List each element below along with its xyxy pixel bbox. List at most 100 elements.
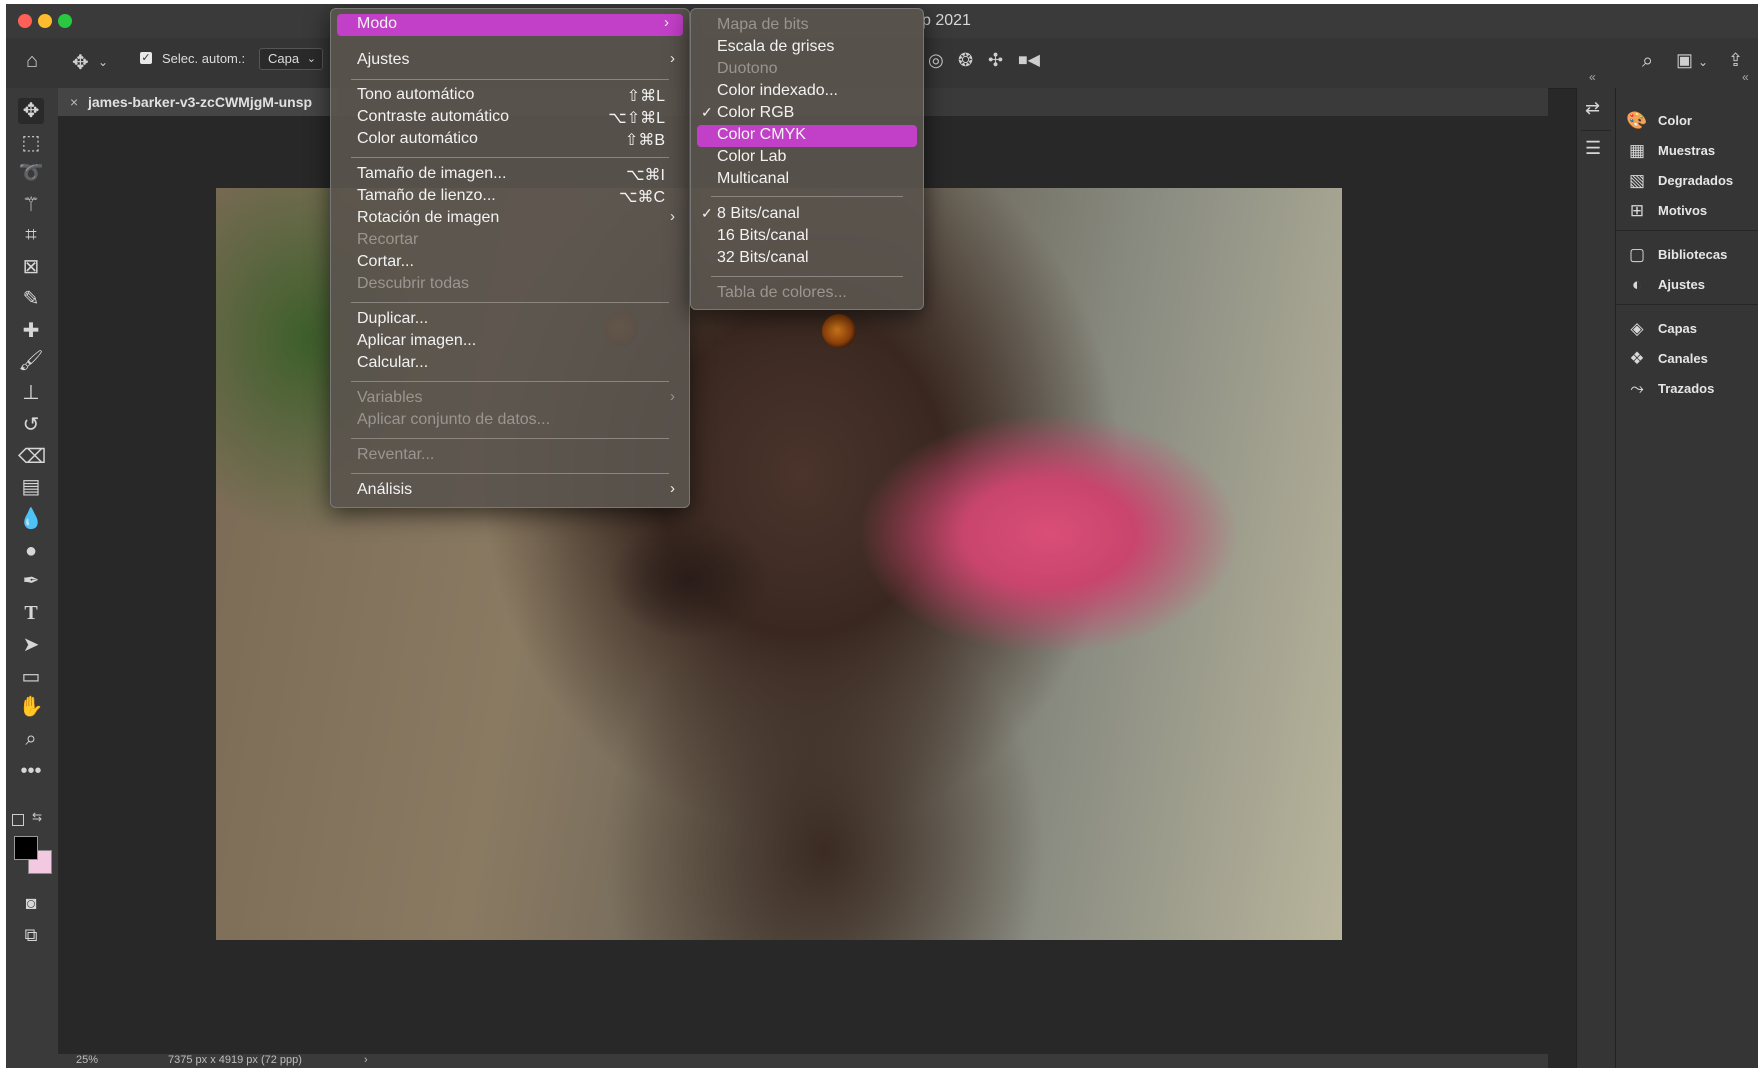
menu-item-modo[interactable]: Modo › bbox=[337, 14, 683, 36]
blur-tool-icon[interactable]: 💧 bbox=[18, 506, 44, 532]
3d-video-icon[interactable]: ■◀ bbox=[1018, 50, 1040, 70]
screen-mode-icon[interactable]: ⧉ bbox=[18, 922, 44, 948]
maximize-window-button[interactable] bbox=[58, 14, 72, 28]
document-tab[interactable]: james-barker-v3-zcCWMjgM-unsp bbox=[58, 88, 338, 116]
submenu-item-16-bits[interactable]: 16 Bits/canal bbox=[691, 226, 923, 248]
close-window-button[interactable] bbox=[18, 14, 32, 28]
auto-select-dropdown[interactable]: Capa ⌄ bbox=[259, 48, 323, 70]
default-colors-icon[interactable] bbox=[12, 814, 24, 826]
submenu-item-multicanal[interactable]: Multicanal bbox=[691, 169, 923, 191]
move-tool-icon[interactable]: ✥ bbox=[18, 98, 44, 124]
panel-libraries[interactable]: ▢ Bibliotecas bbox=[1626, 240, 1756, 270]
panel-adjustments[interactable]: ◐ Ajustes bbox=[1626, 270, 1756, 300]
healing-brush-tool-icon[interactable]: ✚ bbox=[18, 318, 44, 344]
chevron-down-icon[interactable]: ⌄ bbox=[1698, 55, 1708, 69]
submenu-item-color-lab[interactable]: Color Lab bbox=[691, 147, 923, 169]
panel-label: Canales bbox=[1658, 351, 1708, 366]
submenu-item-color-indexado[interactable]: Color indexado... bbox=[691, 81, 923, 103]
submenu-item-color-rgb[interactable]: ✓ Color RGB bbox=[691, 103, 923, 125]
menu-item-tono-automatico[interactable]: Tono automático ⇧⌘L bbox=[331, 85, 689, 107]
menu-item-calcular[interactable]: Calcular... bbox=[331, 353, 689, 375]
quick-mask-icon[interactable]: ◙ bbox=[18, 890, 44, 916]
panel-channels[interactable]: ❖ Canales bbox=[1626, 344, 1756, 374]
rectangle-tool-icon[interactable]: ▭ bbox=[18, 664, 44, 690]
type-tool-icon[interactable]: T bbox=[18, 600, 44, 626]
crop-tool-icon[interactable]: ⌗ bbox=[18, 222, 44, 248]
menu-item-cortar[interactable]: Cortar... bbox=[331, 252, 689, 274]
menu-item-tamano-imagen[interactable]: Tamaño de imagen... ⌥⌘I bbox=[331, 164, 689, 186]
eraser-tool-icon[interactable]: ⌫ bbox=[18, 444, 46, 470]
menu-item-rotacion-imagen[interactable]: Rotación de imagen › bbox=[331, 208, 689, 230]
dodge-tool-icon[interactable]: ● bbox=[18, 538, 44, 564]
menu-separator bbox=[351, 79, 669, 80]
menu-item-color-automatico[interactable]: Color automático ⇧⌘B bbox=[331, 129, 689, 151]
menu-item-ajustes[interactable]: Ajustes › bbox=[331, 50, 689, 72]
submenu-item-8-bits[interactable]: ✓ 8 Bits/canal bbox=[691, 204, 923, 226]
libraries-icon: ▢ bbox=[1628, 245, 1646, 264]
3d-pan-icon[interactable]: ✣ bbox=[988, 50, 1003, 71]
zoom-level[interactable]: 25% bbox=[76, 1054, 98, 1066]
menu-separator bbox=[711, 276, 903, 277]
auto-select-value: Capa bbox=[268, 51, 300, 66]
hand-tool-icon[interactable]: ✋ bbox=[18, 694, 44, 720]
collapse-arrows-icon[interactable]: « bbox=[1742, 70, 1749, 84]
menu-item-contraste-automatico[interactable]: Contraste automático ⌥⇧⌘L bbox=[331, 107, 689, 129]
mode-submenu: Mapa de bits Escala de grises Duotono Co… bbox=[690, 8, 924, 310]
menu-item-recortar: Recortar bbox=[357, 231, 419, 248]
submenu-item-32-bits[interactable]: 32 Bits/canal bbox=[691, 248, 923, 270]
search-icon[interactable]: ⌕ bbox=[1642, 50, 1653, 73]
swap-colors-icon[interactable]: ⇆ bbox=[32, 810, 42, 824]
paths-icon: ⤳ bbox=[1630, 379, 1644, 398]
menu-item-analisis[interactable]: Análisis › bbox=[331, 480, 689, 502]
more-tools-icon[interactable]: ••• bbox=[18, 758, 44, 784]
checkmark-icon: ✓ bbox=[701, 104, 713, 120]
marquee-tool-icon[interactable]: ⬚ bbox=[18, 130, 44, 156]
menu-item-tamano-lienzo[interactable]: Tamaño de lienzo... ⌥⌘C bbox=[331, 186, 689, 208]
chevron-down-icon[interactable]: ⌄ bbox=[98, 55, 108, 69]
history-brush-tool-icon[interactable]: ↺ bbox=[18, 412, 44, 438]
panel-layers[interactable]: ◈ Capas bbox=[1626, 314, 1756, 344]
frame-tool-icon[interactable]: ⊠ bbox=[18, 254, 44, 280]
path-selection-tool-icon[interactable]: ➤ bbox=[18, 632, 44, 658]
adjustments-icon: ◐ bbox=[1631, 275, 1643, 294]
gradient-tool-icon[interactable]: ▤ bbox=[18, 474, 44, 500]
move-tool-icon[interactable]: ✥ bbox=[72, 50, 89, 75]
panel-gradients[interactable]: ▧ Degradados bbox=[1626, 166, 1756, 196]
menu-item-descubrir-todas: Descubrir todas bbox=[357, 275, 470, 292]
properties-panel-icon[interactable]: ☰ bbox=[1585, 138, 1601, 159]
submenu-item-escala-de-grises[interactable]: Escala de grises bbox=[691, 37, 923, 59]
panel-swatches[interactable]: ▦ Muestras bbox=[1626, 136, 1756, 166]
stamp-tool-icon[interactable]: ⊥ bbox=[18, 380, 44, 406]
collapsed-panel-column: « ⇄ ☰ bbox=[1576, 70, 1616, 1068]
patterns-icon: ⊞ bbox=[1629, 201, 1645, 220]
foreground-color-swatch[interactable] bbox=[14, 836, 38, 860]
brush-tool-icon[interactable]: 🖌 bbox=[18, 348, 44, 374]
workspace-icon[interactable]: ▣ bbox=[1676, 50, 1693, 71]
magic-wand-tool-icon[interactable]: ⚚ bbox=[18, 192, 44, 218]
lasso-tool-icon[interactable]: ➰ bbox=[18, 160, 44, 186]
close-icon[interactable]: × bbox=[70, 88, 78, 116]
auto-select-checkbox[interactable]: ✓ bbox=[140, 52, 152, 64]
chevron-right-icon[interactable]: › bbox=[364, 1054, 368, 1066]
3d-orbit-icon[interactable]: ◎ bbox=[928, 50, 944, 71]
document-info[interactable]: 7375 px x 4919 px (72 ppp) bbox=[168, 1054, 302, 1066]
menu-separator bbox=[351, 438, 669, 439]
panel-paths[interactable]: ⤳ Trazados bbox=[1626, 374, 1756, 404]
zoom-tool-icon[interactable]: ⌕ bbox=[18, 726, 44, 752]
menu-item-reventar: Reventar... bbox=[357, 446, 435, 463]
eyedropper-tool-icon[interactable]: ✎ bbox=[18, 286, 44, 312]
menu-item-duplicar[interactable]: Duplicar... bbox=[331, 309, 689, 331]
menu-separator bbox=[711, 196, 903, 197]
chevron-right-icon: › bbox=[670, 388, 675, 405]
panel-patterns[interactable]: ⊞ Motivos bbox=[1626, 196, 1756, 226]
share-icon[interactable]: ⇪ bbox=[1728, 50, 1743, 71]
menu-item-aplicar-imagen[interactable]: Aplicar imagen... bbox=[331, 331, 689, 353]
home-icon[interactable]: ⌂ bbox=[26, 50, 38, 73]
history-panel-icon[interactable]: ⇄ bbox=[1585, 98, 1600, 119]
panel-color[interactable]: 🎨 Color bbox=[1626, 106, 1756, 136]
submenu-item-color-cmyk[interactable]: Color CMYK bbox=[697, 125, 917, 147]
minimize-window-button[interactable] bbox=[38, 14, 52, 28]
collapse-arrows-icon[interactable]: « bbox=[1589, 70, 1596, 84]
3d-roll-icon[interactable]: ❂ bbox=[958, 50, 973, 71]
pen-tool-icon[interactable]: ✒ bbox=[18, 568, 44, 594]
